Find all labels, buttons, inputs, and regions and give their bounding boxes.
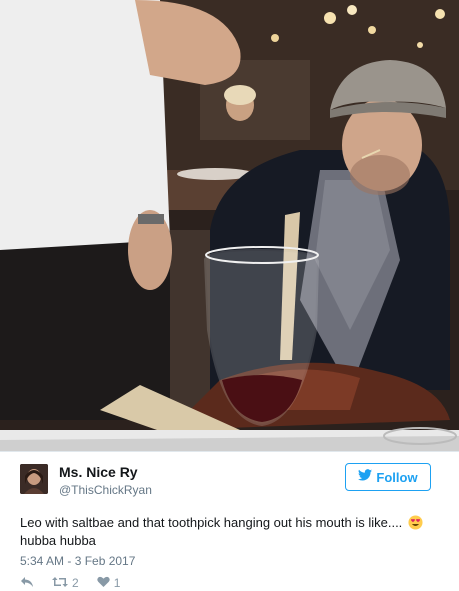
reply-icon (20, 576, 34, 591)
follow-button[interactable]: Follow (345, 463, 431, 491)
reply-button[interactable] (20, 576, 34, 591)
tweet-card: Ms. Nice Ry @ThisChickRyan Follow Leo wi… (0, 451, 459, 590)
author-name[interactable]: Ms. Nice Ry (59, 464, 138, 480)
heart-eyes-emoji-icon (408, 515, 423, 530)
avatar[interactable] (20, 464, 48, 494)
tweet-photo[interactable] (0, 0, 459, 451)
like-button[interactable]: 1 (96, 576, 121, 591)
retweet-icon (52, 576, 68, 591)
follow-label: Follow (376, 469, 418, 485)
twitter-bird-icon (358, 468, 373, 486)
heart-icon (96, 576, 110, 591)
tweet-text: Leo with saltbae and that toothpick hang… (20, 514, 430, 550)
like-count: 1 (113, 576, 121, 590)
retweet-button[interactable]: 2 (52, 576, 79, 591)
tweet-text-part-1: Leo with saltbae and that toothpick hang… (20, 515, 403, 530)
tweet-actions: 2 1 (20, 576, 120, 590)
retweet-count: 2 (72, 576, 79, 590)
author-handle[interactable]: @ThisChickRyan (59, 483, 152, 497)
tweet-timestamp[interactable]: 5:34 AM - 3 Feb 2017 (20, 554, 135, 568)
tweet-text-part-2: hubba hubba (20, 533, 96, 548)
restaurant-photo-illustration (0, 0, 459, 451)
